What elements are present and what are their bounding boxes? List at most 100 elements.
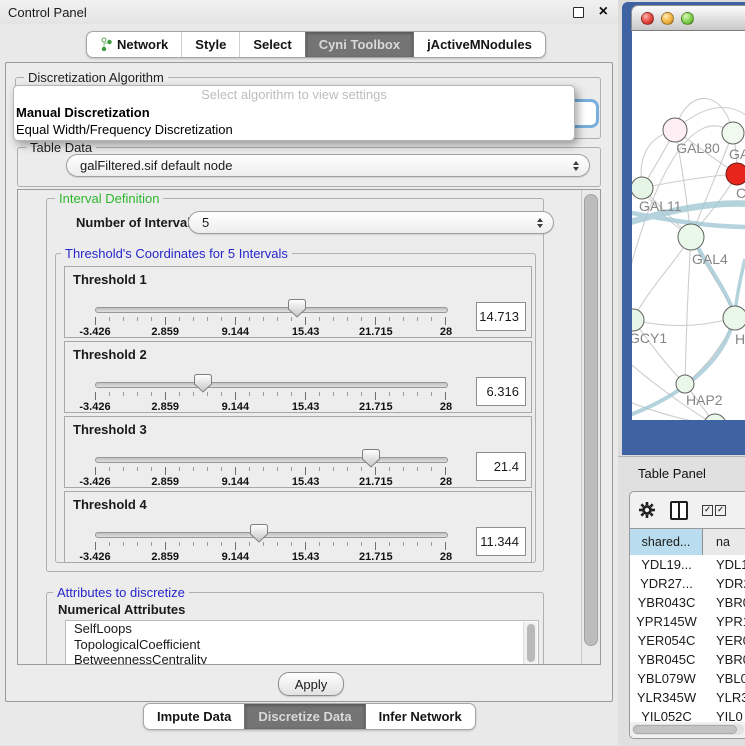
network-node-hap2[interactable] (676, 375, 694, 393)
cell-shared-name[interactable]: YPR145W (630, 612, 703, 631)
cell-name[interactable]: YDL1 (703, 555, 745, 574)
tab-select[interactable]: Select (239, 32, 304, 57)
cell-name[interactable]: YBR0 (703, 650, 745, 669)
table-row[interactable]: YER054CYER0 (630, 631, 745, 650)
tab-jactivemnodules[interactable]: jActiveMNodules (413, 32, 545, 57)
threshold-value-field[interactable]: 14.713 (476, 302, 526, 331)
tab-cyni-toolbox[interactable]: Cyni Toolbox (305, 32, 413, 57)
cell-name[interactable]: YPR1 (703, 612, 745, 631)
slider-thumb[interactable] (362, 449, 380, 468)
close-window-icon[interactable] (641, 12, 654, 25)
table-row[interactable]: YBL079WYBL0 (630, 669, 745, 688)
network-node-h[interactable] (723, 306, 745, 330)
slider-track[interactable] (95, 307, 448, 313)
attribute-item-selfloops[interactable]: SelfLoops (66, 621, 538, 637)
threshold-slider[interactable]: -3.4262.8599.14415.4321.71528 (95, 301, 446, 335)
column-header-shared-name[interactable]: shared... (630, 529, 703, 555)
column-header-name[interactable]: na (703, 529, 745, 555)
threshold-value-field[interactable]: 11.344 (476, 527, 526, 556)
cell-name[interactable]: YLR3 (703, 688, 745, 707)
network-node-c[interactable] (726, 163, 745, 185)
attributes-group: Attributes to discretize Numerical Attri… (46, 592, 544, 665)
threshold-value-field[interactable]: 6.316 (476, 377, 526, 406)
tab-style[interactable]: Style (181, 32, 239, 57)
cell-name[interactable]: YBL0 (703, 669, 745, 688)
bottom-tab-discretize-data[interactable]: Discretize Data (244, 704, 364, 729)
table-card: ✓✓ shared... na YDL19...YDL1YDR27...YDR2… (629, 491, 745, 739)
cell-shared-name[interactable]: YBL079W (630, 669, 703, 688)
network-node-gal80[interactable] (663, 118, 687, 142)
cell-shared-name[interactable]: YDR27... (630, 574, 703, 593)
network-node-gal4[interactable] (678, 224, 704, 250)
minimize-window-icon[interactable] (661, 12, 674, 25)
bottom-tab-infer-network[interactable]: Infer Network (365, 704, 475, 729)
bottom-tab-impute-data[interactable]: Impute Data (144, 704, 244, 729)
network-node[interactable] (704, 414, 726, 420)
cell-shared-name[interactable]: YIL052C (630, 707, 703, 722)
network-canvas[interactable]: GAL80GACGAL11GAL4GCY1HHAP2 (632, 31, 745, 420)
horizontal-scrollbar[interactable] (632, 724, 744, 735)
slider-track[interactable] (95, 457, 448, 463)
gear-icon[interactable] (638, 501, 656, 519)
cell-shared-name[interactable]: YDL19... (630, 555, 703, 574)
slider-ticks (95, 317, 446, 325)
tick-label: 2.859 (151, 326, 179, 338)
scrollbar-thumb[interactable] (584, 194, 598, 646)
cell-name[interactable]: YBR0 (703, 593, 745, 612)
list-scrollbar[interactable] (523, 622, 537, 665)
num-intervals-combobox[interactable]: 5 (188, 211, 554, 234)
slider-thumb[interactable] (250, 524, 268, 543)
threshold-panel-2: Threshold 2-3.4262.8599.14415.4321.71528… (64, 341, 532, 413)
tab-network[interactable]: Network (87, 32, 181, 57)
algorithm-option-equal-width-frequency-discretization[interactable]: Equal Width/Frequency Discretization (14, 121, 574, 138)
table-row[interactable]: YPR145WYPR1 (630, 612, 745, 631)
threshold-slider[interactable]: -3.4262.8599.14415.4321.71528 (95, 451, 446, 485)
tick-label: 9.144 (222, 551, 250, 563)
slider-ticks (95, 467, 446, 475)
scrollbar-thumb[interactable] (633, 725, 737, 734)
cell-name[interactable]: YIL0 (703, 707, 745, 722)
vertical-scrollbar[interactable] (581, 190, 600, 664)
table-data-combobox[interactable]: galFiltered.sif default node (66, 154, 590, 177)
slider-track[interactable] (95, 532, 448, 538)
threshold-slider[interactable]: -3.4262.8599.14415.4321.71528 (95, 526, 446, 560)
columns-icon[interactable] (670, 501, 688, 520)
cell-shared-name[interactable]: YER054C (630, 631, 703, 650)
slider-thumb[interactable] (288, 299, 306, 318)
network-node-gcy1[interactable] (632, 309, 644, 331)
table-row[interactable]: YBR043CYBR0 (630, 593, 745, 612)
table-row[interactable]: YLR345WYLR3 (630, 688, 745, 707)
cell-shared-name[interactable]: YBR045C (630, 650, 703, 669)
network-node-ga[interactable] (722, 122, 744, 144)
cell-shared-name[interactable]: YBR043C (630, 593, 703, 612)
threshold-slider[interactable]: -3.4262.8599.14415.4321.71528 (95, 376, 446, 410)
group-label: Discretization Algorithm (24, 70, 168, 85)
attribute-item-topologicalcoefficient[interactable]: TopologicalCoefficient (66, 637, 538, 653)
threshold-value-field[interactable]: 21.4 (476, 452, 526, 481)
zoom-window-icon[interactable] (681, 12, 694, 25)
slider-track[interactable] (95, 382, 448, 388)
algorithm-option-manual-discretization[interactable]: Manual Discretization (14, 104, 574, 121)
slider-thumb[interactable] (194, 374, 212, 393)
close-icon[interactable]: × (599, 2, 608, 22)
tick-label: 2.859 (151, 476, 179, 488)
cell-name[interactable]: YER0 (703, 631, 745, 650)
threshold-label: Threshold 4 (73, 497, 147, 512)
cell-shared-name[interactable]: YLR345W (630, 688, 703, 707)
tab-label: jActiveMNodules (427, 37, 532, 52)
attribute-item-betweennesscentrality[interactable]: BetweennessCentrality (66, 652, 538, 665)
table-row[interactable]: YDR27...YDR2 (630, 574, 745, 593)
float-panel-icon[interactable] (573, 7, 584, 18)
network-window[interactable]: GAL80GACGAL11GAL4GCY1HHAP2 (631, 5, 745, 451)
table-row[interactable]: YBR045CYBR0 (630, 650, 745, 669)
combo-arrows-icon (573, 161, 579, 171)
network-window-titlebar[interactable] (631, 5, 745, 31)
apply-button[interactable]: Apply (278, 672, 344, 696)
attribute-list[interactable]: SelfLoopsTopologicalCoefficientBetweenne… (65, 620, 539, 665)
table-row[interactable]: YIL052CYIL0 (630, 707, 745, 722)
network-node-gal11[interactable] (632, 177, 653, 199)
select-columns-icon[interactable]: ✓✓ (702, 505, 726, 516)
cell-name[interactable]: YDR2 (703, 574, 745, 593)
control-panel-tabs: NetworkStyleSelectCyni Toolbox jActiveMNo… (86, 31, 546, 58)
table-row[interactable]: YDL19...YDL1 (630, 555, 745, 574)
